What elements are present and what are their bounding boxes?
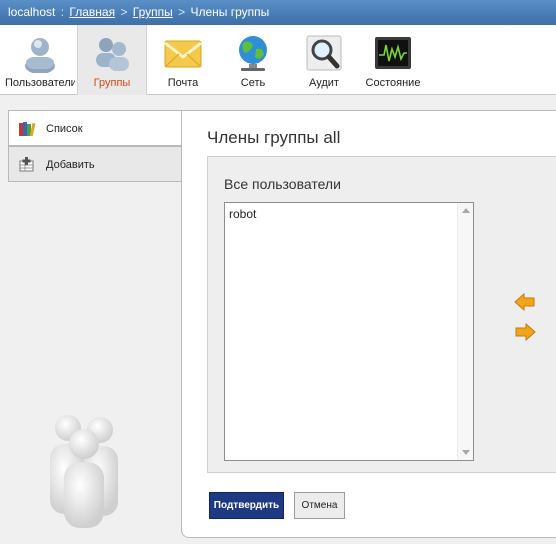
books-list-icon [19, 122, 36, 137]
all-users-heading: Все пользователи [224, 176, 341, 192]
toolbar-item-mail[interactable]: Почта [148, 25, 218, 95]
magnifier-icon [306, 35, 342, 71]
toolbar-item-status[interactable]: Состояние [358, 25, 428, 95]
breadcrumb-separator: : [60, 5, 65, 19]
scroll-up-icon[interactable] [462, 208, 470, 213]
main-panel: Члены группы all Все пользователи robot … [181, 110, 556, 538]
group-icon [96, 38, 129, 71]
toolbar-label: Состояние [365, 77, 421, 89]
toolbar-item-users[interactable]: Пользователи [5, 25, 75, 95]
sidebar: Список Добавить [8, 110, 183, 544]
confirm-button[interactable]: Подтвердить [209, 492, 284, 519]
breadcrumb-groups-link[interactable]: Группы [133, 5, 173, 19]
globe-network-icon [239, 36, 267, 71]
mail-envelope-icon [164, 40, 202, 68]
toolbar-label: Почта [167, 77, 199, 89]
user-icon [25, 38, 55, 73]
toolbar-item-groups[interactable]: Группы [77, 25, 147, 95]
toolbar-label: Группы [93, 77, 131, 89]
sidebar-item-label: Список [46, 123, 83, 135]
page-title: Члены группы all [207, 128, 341, 147]
toolbar-label: Сеть [240, 77, 266, 89]
listbox-scrollbar[interactable] [457, 203, 473, 460]
toolbar-label: Пользователи [5, 77, 75, 89]
cancel-button[interactable]: Отмена [294, 492, 345, 519]
sidebar-item-label: Добавить [46, 159, 95, 171]
breadcrumb-separator: > [120, 5, 128, 19]
breadcrumb-host: localhost [8, 5, 56, 19]
breadcrumb-home-link[interactable]: Главная [69, 5, 115, 19]
add-grid-icon [19, 157, 34, 172]
toolbar-label: Аудит [309, 77, 339, 89]
toolbar-item-network[interactable]: Сеть [218, 25, 288, 95]
monitor-status-icon [375, 37, 411, 69]
arrow-left-icon[interactable] [514, 292, 536, 312]
sidebar-item-list[interactable]: Список [8, 110, 183, 146]
sidebar-item-add[interactable]: Добавить [8, 146, 182, 182]
toolbar-item-audit[interactable]: Аудит [289, 25, 359, 95]
arrow-right-icon[interactable] [514, 322, 536, 342]
group-watermark-icon [50, 415, 118, 528]
breadcrumb-current: Члены группы [190, 5, 270, 19]
members-editor: Все пользователи robot [207, 156, 556, 473]
breadcrumb: localhost : Главная > Группы > Члены гру… [0, 0, 556, 25]
all-users-listbox[interactable]: robot [224, 202, 474, 461]
breadcrumb-separator: > [178, 5, 186, 19]
list-item[interactable]: robot [229, 207, 256, 221]
main-toolbar: Пользователи Группы Почта Сеть Аудит Сос… [0, 25, 556, 95]
scroll-down-icon[interactable] [462, 450, 470, 455]
